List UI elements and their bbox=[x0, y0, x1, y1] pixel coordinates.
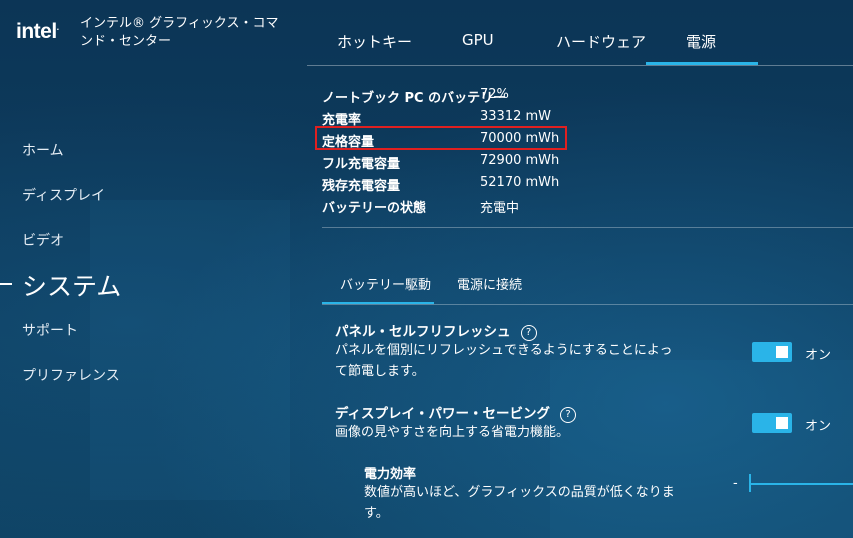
battery-percent-value: 72% bbox=[480, 87, 509, 102]
description-line: す。 bbox=[364, 506, 389, 521]
remaining-capacity-label: 残存充電容量 bbox=[322, 179, 401, 194]
intel-logo: intel. bbox=[16, 20, 59, 43]
sidebar-item-home[interactable]: ホーム bbox=[22, 140, 64, 160]
power-efficiency-description: 数値が高いほど、グラフィックスの品質が低くなりま す。 bbox=[364, 482, 709, 524]
charge-rate-value: 33312 mW bbox=[480, 109, 552, 124]
sidebar-item-video[interactable]: ビデオ bbox=[22, 230, 64, 250]
tab-plugged-in[interactable]: 電源に接続 bbox=[457, 274, 522, 293]
battery-state-label: バッテリーの状態 bbox=[322, 201, 427, 216]
toggle-knob bbox=[776, 417, 788, 429]
battery-percent-label: ノートブック PC のバッテリー bbox=[322, 91, 507, 106]
power-efficiency-slider[interactable] bbox=[750, 483, 853, 485]
full-charge-capacity-label: フル充電容量 bbox=[322, 157, 401, 172]
tab-hardware[interactable]: ハードウェア bbox=[556, 31, 646, 52]
highlight-box bbox=[315, 126, 567, 150]
battery-state-value: 充電中 bbox=[480, 201, 520, 216]
description-line: て節電します。 bbox=[335, 364, 425, 379]
tab-gpu[interactable]: GPU bbox=[462, 31, 494, 49]
description-line: 数値が高いほど、グラフィックスの品質が低くなりま bbox=[364, 485, 675, 500]
tab-power[interactable]: 電源 bbox=[686, 31, 716, 52]
display-power-saving-description: 画像の見やすさを向上する省電力機能。 bbox=[335, 425, 570, 440]
display-power-saving-toggle[interactable] bbox=[752, 413, 792, 433]
sidebar-item-system[interactable]: システム bbox=[22, 267, 121, 303]
description-line: パネルを個別にリフレッシュできるようにすることによっ bbox=[335, 343, 673, 358]
panel-self-refresh-title: パネル・セルフリフレッシュ? bbox=[335, 320, 537, 341]
app-title: インテル® グラフィックス・コマンド・センター bbox=[80, 16, 279, 49]
active-nav-indicator bbox=[0, 283, 12, 285]
toggle-knob bbox=[776, 346, 788, 358]
tab-on-battery[interactable]: バッテリー駆動 bbox=[340, 274, 431, 293]
display-power-saving-label: ディスプレイ・パワー・セービング bbox=[335, 406, 551, 422]
active-tab-underline bbox=[646, 62, 758, 65]
panel-self-refresh-state: オン bbox=[805, 348, 832, 363]
panel-self-refresh-description: パネルを個別にリフレッシュできるようにすることによっ て節電します。 bbox=[335, 340, 705, 382]
sub-tabs-divider bbox=[322, 304, 853, 305]
panel-self-refresh-toggle[interactable] bbox=[752, 342, 792, 362]
tab-hotkeys[interactable]: ホットキー bbox=[337, 31, 412, 52]
display-power-saving-title: ディスプレイ・パワー・セービング? bbox=[335, 402, 577, 423]
help-icon[interactable]: ? bbox=[520, 325, 537, 341]
section-divider bbox=[322, 227, 853, 228]
sidebar-item-support[interactable]: サポート bbox=[22, 320, 78, 340]
full-charge-capacity-value: 72900 mWh bbox=[480, 153, 560, 168]
panel-self-refresh-label: パネル・セルフリフレッシュ bbox=[335, 324, 511, 340]
remaining-capacity-value: 52170 mWh bbox=[480, 175, 560, 190]
display-power-saving-state: オン bbox=[805, 419, 832, 434]
tabs-divider bbox=[307, 65, 853, 66]
active-sub-tab-underline bbox=[322, 302, 434, 304]
slider-min-label: - bbox=[733, 476, 738, 491]
power-efficiency-title: 電力効率 bbox=[364, 467, 417, 482]
sidebar-item-preferences[interactable]: プリファレンス bbox=[22, 365, 120, 385]
help-icon[interactable]: ? bbox=[560, 407, 577, 423]
sidebar-item-display[interactable]: ディスプレイ bbox=[22, 185, 105, 205]
background-decoration bbox=[90, 200, 290, 500]
slider-handle[interactable] bbox=[749, 474, 751, 492]
